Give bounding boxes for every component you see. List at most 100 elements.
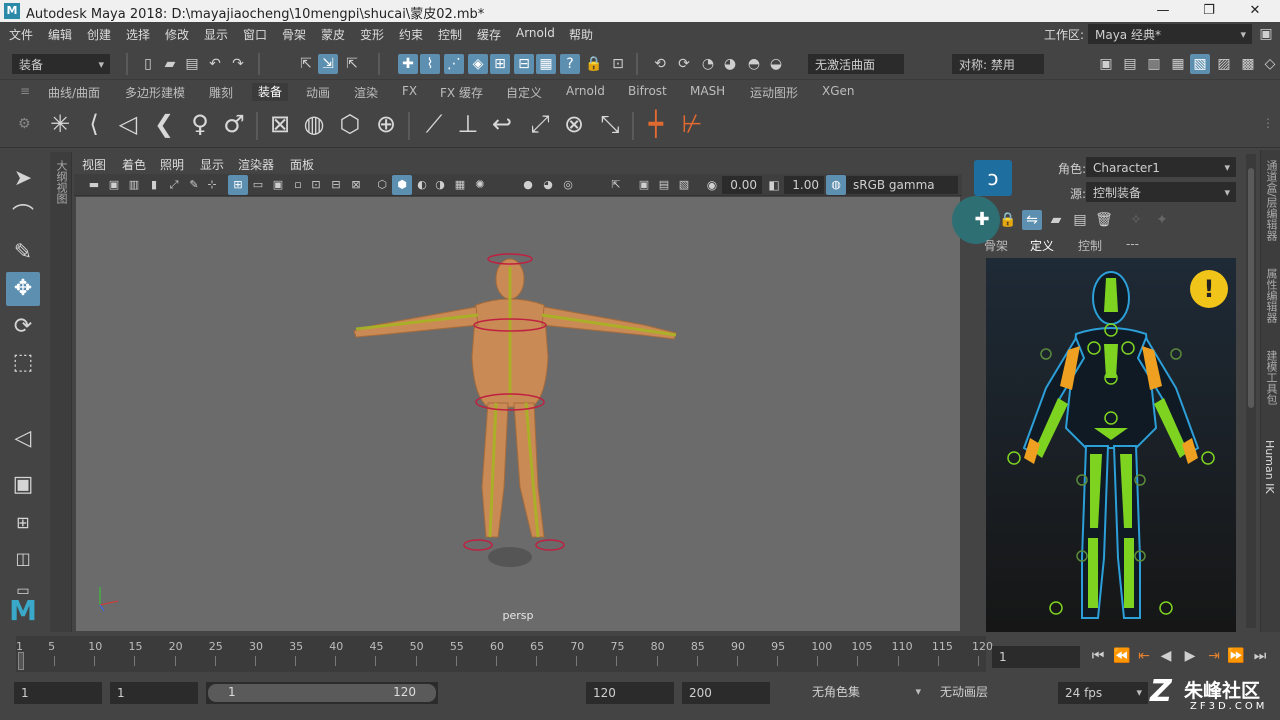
restore-button[interactable]: ❐ — [1186, 0, 1232, 22]
step-back-key-icon[interactable]: ⏪ — [1112, 646, 1132, 666]
range-slider-handle[interactable]: 1 120 — [208, 684, 436, 702]
snap-live-icon[interactable]: ⊞ — [490, 54, 510, 74]
workspace-dropdown[interactable]: Maya 经典* — [1088, 24, 1252, 44]
safe-action-icon[interactable]: ⊟ — [326, 175, 346, 195]
save-scene-icon[interactable]: ▤ — [182, 54, 202, 74]
playback-end-field[interactable]: 120 — [586, 682, 674, 704]
symmetry-field[interactable]: 对称: 禁用 — [952, 54, 1044, 74]
vp-menu-view[interactable]: 视图 — [82, 156, 106, 173]
menu-control[interactable]: 控制 — [438, 26, 462, 43]
close-button[interactable]: ✕ — [1232, 0, 1278, 22]
vp-menu-shading[interactable]: 着色 — [122, 156, 146, 173]
select-tool-icon[interactable]: ➤ — [6, 162, 40, 196]
menuset-dropdown[interactable]: 装备 — [12, 54, 110, 74]
hik-tab-definition[interactable]: 定义 — [1030, 237, 1054, 254]
color-management-icon[interactable]: ◍ — [826, 175, 846, 195]
render-settings-icon[interactable]: ◓ — [744, 54, 764, 74]
insert-joint-icon[interactable]: ⟨ — [78, 108, 110, 140]
vp-menu-lighting[interactable]: 照明 — [160, 156, 184, 173]
shelf-tab-bifrost[interactable]: Bifrost — [628, 84, 667, 98]
channel-box-icon[interactable]: ▨ — [1214, 54, 1234, 74]
lattice-icon[interactable]: ⬡ — [334, 108, 366, 140]
menu-create[interactable]: 创建 — [87, 26, 111, 43]
workspace-lock-icon[interactable]: ▣ — [1256, 24, 1276, 44]
live-surface-field[interactable]: 无激活曲面 — [808, 54, 904, 74]
snap-face-icon[interactable]: ▦ — [536, 54, 556, 74]
shelf-tab-curves[interactable]: 曲线/曲面 — [48, 84, 100, 101]
animation-start-field[interactable]: 1 — [14, 682, 102, 704]
shelf-tab-xgen[interactable]: XGen — [822, 84, 855, 98]
shelf-tab-rigging[interactable]: 装备 — [252, 83, 289, 101]
exclude-snap-icon[interactable]: ⊡ — [608, 54, 628, 74]
single-view-icon[interactable]: ▣ — [6, 468, 40, 502]
current-frame-field[interactable]: 1 — [992, 646, 1080, 668]
go-to-start-icon[interactable]: ⏮ — [1088, 646, 1108, 666]
shelf-tab-custom[interactable]: 自定义 — [506, 84, 542, 101]
snap-grid-icon[interactable]: ✚ — [398, 54, 418, 74]
vp-menu-panels[interactable]: 面板 — [290, 156, 314, 173]
outliner-strip[interactable]: 大纲视图 — [50, 152, 72, 632]
last-tool-icon[interactable]: ◁ — [6, 422, 40, 456]
grid-toggle-icon[interactable]: ⊹ — [202, 175, 222, 195]
menu-arnold[interactable]: Arnold — [516, 26, 555, 40]
safe-title-icon[interactable]: ⊠ — [346, 175, 366, 195]
play-forward-icon[interactable]: ▶ — [1180, 646, 1200, 666]
four-view-icon[interactable]: ⊞ — [6, 506, 40, 540]
source-dropdown[interactable]: 控制装备 — [1086, 182, 1236, 202]
two-view-icon[interactable]: ◫ — [6, 542, 40, 576]
warning-icon[interactable]: ! — [1190, 270, 1228, 308]
range-slider[interactable]: 1 120 — [206, 682, 438, 704]
hik-scrollbar[interactable] — [1246, 154, 1256, 628]
layers-icon[interactable]: ◇ — [1260, 54, 1280, 74]
mirror-joint-icon[interactable]: ◁ — [112, 108, 144, 140]
ipr-render-icon[interactable]: ◕ — [720, 54, 740, 74]
2d-pan-icon[interactable]: ⤢ — [164, 175, 184, 195]
anim-layer-dropdown[interactable]: 无动画层 — [934, 682, 1044, 704]
menu-file[interactable]: 文件 — [9, 26, 33, 43]
orient-constraint-icon[interactable]: ⊗ — [558, 108, 590, 140]
hik-tab-skeleton[interactable]: 骨架 — [984, 237, 1008, 254]
fps-dropdown[interactable]: 24 fps — [1058, 682, 1148, 704]
create-joints-icon[interactable]: ✳ — [44, 108, 76, 140]
snap-view-plane-icon[interactable]: ◈ — [468, 54, 488, 74]
side-tab-modeling-toolkit[interactable]: 建模工具包 — [1263, 350, 1279, 405]
menu-skin[interactable]: 蒙皮 — [321, 26, 345, 43]
load-template-icon[interactable]: ▰ — [1046, 210, 1066, 230]
menu-help[interactable]: 帮助 — [569, 26, 593, 43]
menu-display[interactable]: 显示 — [204, 26, 228, 43]
perspective-viewport[interactable]: persp — [76, 197, 960, 631]
open-scene-icon[interactable]: ▰ — [160, 54, 180, 74]
hik-tab-more[interactable]: --- — [1126, 237, 1139, 251]
playback-start-field[interactable]: 1 — [110, 682, 198, 704]
undo-icon[interactable]: ↶ — [205, 54, 225, 74]
shelf-menu-icon[interactable]: ≡ — [20, 84, 30, 98]
use-lights-icon[interactable]: ✺ — [470, 175, 490, 195]
humanik-menu-icon[interactable]: ↄ — [974, 160, 1012, 196]
view-transform-field[interactable]: sRGB gamma — [846, 176, 958, 194]
shelf-tab-motion-graphics[interactable]: 运动图形 — [750, 84, 798, 101]
bind-skin-icon[interactable]: ⊠ — [264, 108, 296, 140]
shelf-tab-sculpt[interactable]: 雕刻 — [209, 84, 233, 101]
query-icon[interactable]: ? — [560, 54, 580, 74]
textured-icon[interactable]: ◑ — [430, 175, 450, 195]
resolution-gate-icon[interactable]: ▣ — [268, 175, 288, 195]
menu-cache[interactable]: 缓存 — [477, 26, 501, 43]
render-frame-icon[interactable]: ◔ — [698, 54, 718, 74]
attribute-editor-icon[interactable]: ▦ — [1168, 54, 1188, 74]
orient-joint-icon[interactable]: ❮ — [148, 108, 180, 140]
history-icon[interactable]: ⟲ — [650, 54, 670, 74]
scale-tool-icon[interactable]: ⬚ — [6, 346, 40, 380]
menu-select[interactable]: 选择 — [126, 26, 150, 43]
snap-curve-icon[interactable]: ⌇ — [420, 54, 440, 74]
toggle-tool-settings-icon[interactable]: ▧ — [1190, 54, 1210, 74]
menu-constrain[interactable]: 约束 — [399, 26, 423, 43]
image-plane-icon[interactable]: ▮ — [144, 175, 164, 195]
side-tab-attribute-editor[interactable]: 属性编辑器 — [1263, 268, 1279, 323]
smooth-shade-icon[interactable]: ⬢ — [392, 175, 412, 195]
shelf-tab-fx-cache[interactable]: FX 缓存 — [440, 84, 483, 101]
quick-rig-icon[interactable]: ♀ — [184, 108, 216, 140]
wireframe-on-shaded-icon[interactable]: ◐ — [412, 175, 432, 195]
ambient-occlusion-icon[interactable]: ◕ — [538, 175, 558, 195]
minimize-button[interactable]: — — [1140, 0, 1186, 22]
new-scene-icon[interactable]: ▯ — [138, 54, 158, 74]
